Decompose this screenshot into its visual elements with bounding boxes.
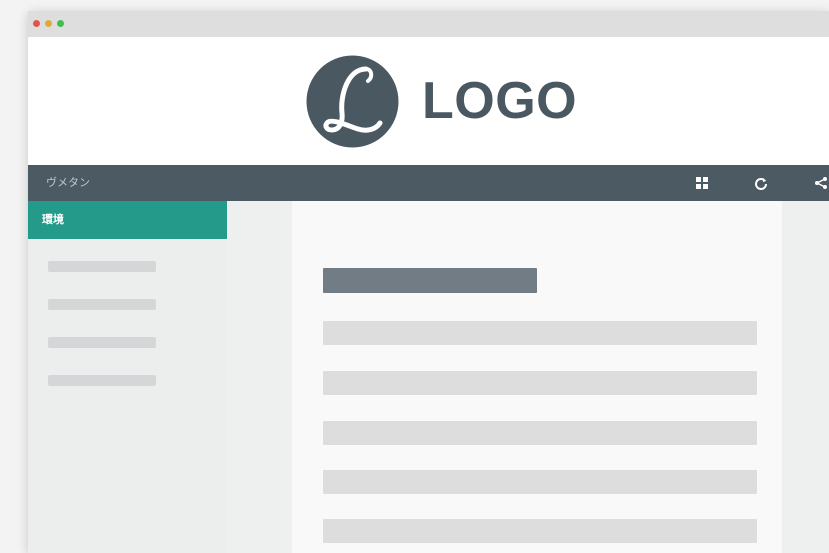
sidebar-item-placeholder[interactable] [48, 299, 156, 310]
logo-emblem-icon [306, 55, 399, 148]
text-line-placeholder [323, 421, 757, 445]
maximize-window-button[interactable] [57, 20, 64, 27]
text-line-placeholder [323, 321, 757, 345]
content-card [292, 201, 782, 553]
share-icon[interactable] [814, 176, 828, 190]
text-line-placeholder [323, 519, 757, 543]
grid-icon[interactable] [695, 176, 709, 190]
main-content [227, 201, 829, 553]
sidebar-item-placeholder[interactable] [48, 375, 156, 386]
sidebar-item-label: 環境 [42, 214, 64, 226]
site-header: LOGO [28, 37, 829, 165]
nav-title: ヴメタン [46, 177, 90, 189]
text-line-placeholder [323, 371, 757, 395]
logo-text: LOGO [422, 72, 578, 130]
navigation-bar: ヴメタン [28, 165, 829, 201]
sidebar-item-active[interactable]: 環境 [28, 201, 227, 239]
heading-placeholder [323, 268, 537, 293]
refresh-icon[interactable] [754, 176, 768, 190]
close-window-button[interactable] [33, 20, 40, 27]
title-bar [28, 11, 829, 37]
minimize-window-button[interactable] [45, 20, 52, 27]
sidebar: 環境 [28, 201, 227, 553]
sidebar-item-placeholder[interactable] [48, 337, 156, 348]
text-line-placeholder [323, 470, 757, 494]
browser-window: LOGO ヴメタン 環境 [28, 11, 829, 553]
sidebar-item-placeholder[interactable] [48, 261, 156, 272]
